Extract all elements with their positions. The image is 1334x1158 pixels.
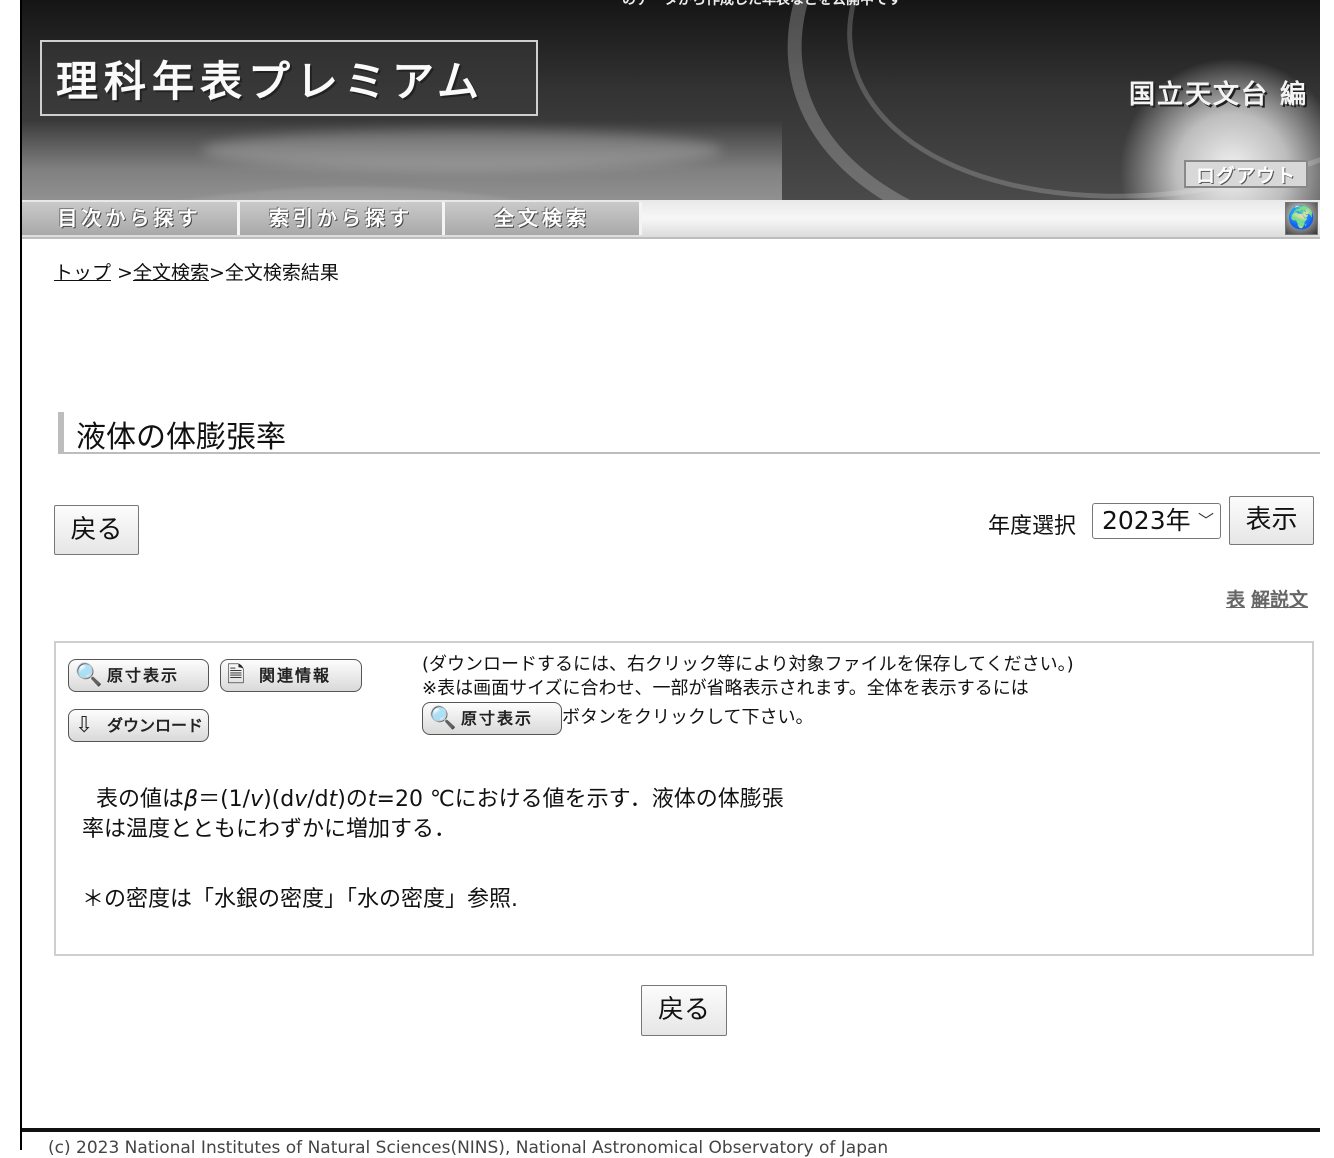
- view-link-commentary[interactable]: 解説文: [1251, 589, 1308, 611]
- breadcrumb-current: 全文検索結果: [224, 262, 339, 284]
- magnifier-icon: 🔍: [75, 663, 103, 688]
- formula-part: ＝(1/: [198, 787, 251, 812]
- back-button-bottom[interactable]: 戻る: [641, 985, 727, 1036]
- description-line-2: 率は温度とともにわずかに増加する．: [82, 817, 457, 842]
- year-select[interactable]: 2023年 ﹀: [1092, 503, 1221, 539]
- footer-copyright: (c) 2023 National Institutes of Natural …: [48, 1138, 889, 1158]
- formula-variable: t: [367, 787, 377, 812]
- breadcrumb-separator: >: [111, 262, 133, 284]
- nav-tab-fulltext-search[interactable]: 全文検索: [445, 202, 642, 235]
- content-panel: 🔍 原寸表示 🗎 関連情報 ⇩ ダウンロード (ダウンロードするには、右クリック…: [54, 641, 1314, 956]
- app-title: 理科年表プレミアム: [56, 57, 486, 106]
- logout-button[interactable]: ログアウト: [1184, 160, 1308, 188]
- formula-variable: t: [328, 787, 338, 812]
- formula-variable: v: [294, 787, 308, 812]
- related-info-button[interactable]: 🗎 関連情報: [220, 659, 362, 692]
- related-info-label: 関連情報: [259, 666, 332, 685]
- editor-credit: 国立天文台 編: [1128, 80, 1308, 110]
- table-description: 表の値はβ＝(1/v)(dv/dt)のt=20 ℃における値を示す．液体の体膨張…: [82, 785, 1282, 845]
- actual-size-button[interactable]: 🔍 原寸表示: [68, 659, 209, 692]
- view-link-table[interactable]: 表: [1226, 589, 1245, 611]
- globe-icon[interactable]: 🌍: [1285, 202, 1318, 235]
- display-note-line: 🔍 原寸表示 ボタンをクリックして下さい。: [422, 701, 1292, 735]
- chevron-down-icon: ﹀: [1197, 511, 1214, 530]
- footer-divider: [22, 1128, 1320, 1132]
- nav-tab-toc[interactable]: 目次から探す: [22, 202, 240, 235]
- formula-part: =20 ℃における値を示す．液体の体膨張: [376, 787, 784, 812]
- description-lead: 表の値は: [96, 787, 185, 812]
- site-header: のデータから作成した年表などを公開中です 理科年表プレミアム 国立天文台 編 ロ…: [22, 0, 1320, 200]
- cloud-decoration: [202, 130, 722, 170]
- back-button[interactable]: 戻る: [54, 505, 139, 555]
- formula-part: /d: [307, 787, 329, 812]
- breadcrumb: トップ >全文検索>全文検索結果: [54, 258, 339, 285]
- density-note: ＊の密度は「水銀の密度」「水の密度」参照.: [82, 887, 518, 912]
- actual-size-inline-label: 原寸表示: [461, 708, 534, 728]
- display-note-tail: ボタンをクリックして下さい。: [562, 707, 814, 728]
- breadcrumb-top-link[interactable]: トップ: [54, 262, 111, 284]
- main-nav: 目次から探す 索引から探す 全文検索 🌍: [22, 200, 1320, 239]
- breadcrumb-search-link[interactable]: 全文検索: [133, 262, 209, 284]
- header-top-strip-text: のデータから作成した年表などを公開中です: [622, 0, 902, 8]
- app-title-box: 理科年表プレミアム: [40, 40, 538, 116]
- show-button[interactable]: 表示: [1229, 496, 1314, 545]
- download-icon: ⇩: [75, 713, 94, 738]
- actual-size-label: 原寸表示: [107, 666, 180, 685]
- description-line-1: 表の値はβ＝(1/v)(dv/dt)のt=20 ℃における値を示す．液体の体膨張: [82, 785, 1282, 815]
- display-note: ※表は画面サイズに合わせ、一部が省略表示されます。全体を表示するには: [422, 678, 1029, 699]
- document-icon: 🗎: [227, 663, 245, 688]
- download-button[interactable]: ⇩ ダウンロード: [68, 709, 209, 742]
- nav-tab-index[interactable]: 索引から探す: [240, 202, 445, 235]
- download-note: (ダウンロードするには、右クリック等により対象ファイルを保存してください。): [422, 654, 1074, 675]
- page-title-block: 液体の体膨張率: [58, 412, 1320, 455]
- actual-size-inline-button[interactable]: 🔍 原寸表示: [422, 701, 562, 735]
- page-title: 液体の体膨張率: [76, 420, 286, 455]
- download-instructions: (ダウンロードするには、右クリック等により対象ファイルを保存してください。) ※…: [422, 653, 1292, 735]
- year-select-label: 年度選択: [988, 514, 1077, 539]
- magnifier-icon: 🔍: [429, 705, 457, 731]
- formula-part: )(d: [263, 787, 295, 812]
- breadcrumb-separator: >: [209, 262, 225, 284]
- download-label: ダウンロード: [107, 716, 204, 735]
- formula-variable: v: [250, 787, 264, 812]
- year-select-value: 2023年: [1102, 506, 1191, 535]
- view-links: 表解説文: [1226, 585, 1308, 612]
- beta-symbol: β: [184, 787, 199, 812]
- formula-part: )の: [337, 787, 368, 812]
